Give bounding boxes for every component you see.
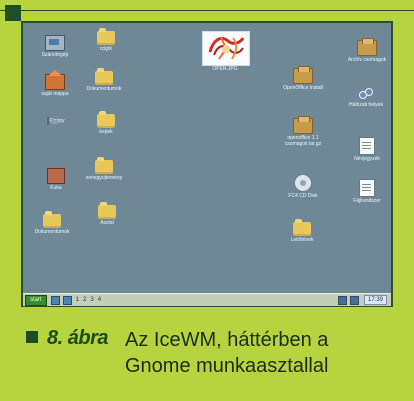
taskbar: start 1 2 3 4 17:39	[23, 293, 391, 306]
package-label-1: OpenOffice Install	[283, 85, 323, 91]
launcher-icon[interactable]	[62, 295, 72, 305]
folder-icon	[95, 157, 113, 174]
document-desktop-item[interactable]: Névjegyzék	[347, 137, 387, 163]
image-file-label: OPEN.JPG	[212, 66, 238, 72]
home-label: saját mappa	[41, 91, 69, 97]
package-icon	[357, 38, 377, 56]
workspace-3[interactable]: 3	[90, 297, 93, 303]
home-desktop-item[interactable]: saját mappa	[38, 70, 72, 98]
home-icon	[45, 70, 65, 90]
document-icon	[359, 137, 375, 155]
folder-label-6: Asztal	[100, 220, 114, 226]
package-icon	[293, 66, 313, 84]
folder-icon	[97, 28, 115, 45]
network-label: Hálózati helyek	[349, 102, 383, 108]
folder-desktop-item-1[interactable]: rclgtk	[91, 28, 121, 53]
quick-launch-icons	[50, 295, 72, 305]
floppy-desktop-item[interactable]: Floppy	[44, 117, 68, 125]
decorative-corner	[5, 5, 21, 21]
folder-icon	[98, 202, 116, 219]
caption-marker	[26, 331, 38, 343]
folder-label-2: Dokumentumok	[86, 86, 122, 92]
folder-label-7: Letöltések	[290, 237, 314, 243]
figure-caption: 8. ábra Az IceWM, háttérben a Gnome munk…	[26, 326, 386, 377]
desktop-area: Számítógép rclgtk saját mappa Dokumentum…	[23, 23, 391, 293]
computer-label: Számítógép	[41, 52, 69, 58]
workspace-1[interactable]: 1	[76, 297, 79, 303]
package-icon	[293, 116, 313, 134]
start-label: start	[30, 297, 42, 303]
network-icon	[357, 87, 375, 101]
caption-text: Az IceWM, háttérben a Gnome munkaasztall…	[125, 329, 329, 377]
package-desktop-item-3[interactable]: Archív csomagok	[345, 38, 389, 64]
folder-label-5: Dokumentumok	[34, 229, 70, 235]
folder-desktop-item-6[interactable]: Asztal	[92, 202, 122, 227]
start-button[interactable]: start	[25, 294, 47, 306]
top-rule	[0, 10, 414, 11]
system-tray: 17:39	[337, 295, 391, 305]
folder-desktop-item-3[interactable]: kepek	[91, 111, 121, 136]
document-label: Névjegyzék	[354, 156, 380, 162]
folder-desktop-item-7[interactable]: Letöltések	[282, 219, 322, 244]
filesystem-icon	[359, 179, 375, 197]
cd-desktop-item[interactable]: FC4 CD Disk	[281, 174, 325, 200]
folder-icon	[293, 219, 311, 236]
trash-label: Kuka	[50, 185, 62, 191]
package-desktop-item-2[interactable]: openoffice 1.1 csomagok tar.gz	[278, 116, 328, 148]
cd-icon	[294, 174, 312, 192]
folder-label-3: kepek	[99, 129, 113, 135]
computer-desktop-item[interactable]: Számítógép	[38, 35, 72, 59]
folder-label-4: zenegyujtemeny	[85, 175, 123, 181]
workspace-switcher: 1 2 3 4	[76, 297, 101, 303]
filesystem-label: Fájlrendszer	[353, 198, 381, 204]
filesystem-desktop-item[interactable]: Fájlrendszer	[347, 179, 387, 205]
tray-icon[interactable]	[349, 295, 359, 305]
package-label-2: openoffice 1.1 csomagok tar.gz	[284, 135, 322, 147]
trash-icon	[47, 168, 65, 184]
folder-desktop-item-2[interactable]: Dokumentumok	[83, 68, 125, 93]
trash-desktop-item[interactable]: Kuka	[39, 168, 73, 192]
screenshot-frame: Számítógép rclgtk saját mappa Dokumentum…	[21, 21, 393, 307]
preview-image-art	[203, 32, 249, 65]
folder-icon	[97, 111, 115, 128]
folder-icon	[95, 68, 113, 85]
clock: 17:39	[363, 295, 387, 305]
clock-text: 17:39	[367, 297, 383, 303]
caption-label: 8. ábra	[47, 327, 108, 349]
tray-icon[interactable]	[337, 295, 347, 305]
folder-icon	[43, 211, 61, 228]
package-label-3: Archív csomagok	[347, 57, 387, 63]
launcher-icon[interactable]	[50, 295, 60, 305]
network-desktop-item[interactable]: Hálózati helyek	[342, 87, 390, 109]
image-preview[interactable]	[202, 31, 250, 66]
folder-label-1: rclgtk	[100, 46, 112, 52]
image-file-item[interactable]: OPEN.JPG	[199, 66, 251, 73]
cd-label: FC4 CD Disk	[288, 193, 318, 199]
folder-desktop-item-5[interactable]: Dokumentumok	[32, 211, 72, 236]
computer-icon	[45, 35, 65, 51]
folder-desktop-item-4[interactable]: zenegyujtemeny	[83, 157, 125, 182]
package-desktop-item-1[interactable]: OpenOffice Install	[278, 66, 328, 92]
workspace-4[interactable]: 4	[98, 297, 101, 303]
workspace-2[interactable]: 2	[83, 297, 86, 303]
